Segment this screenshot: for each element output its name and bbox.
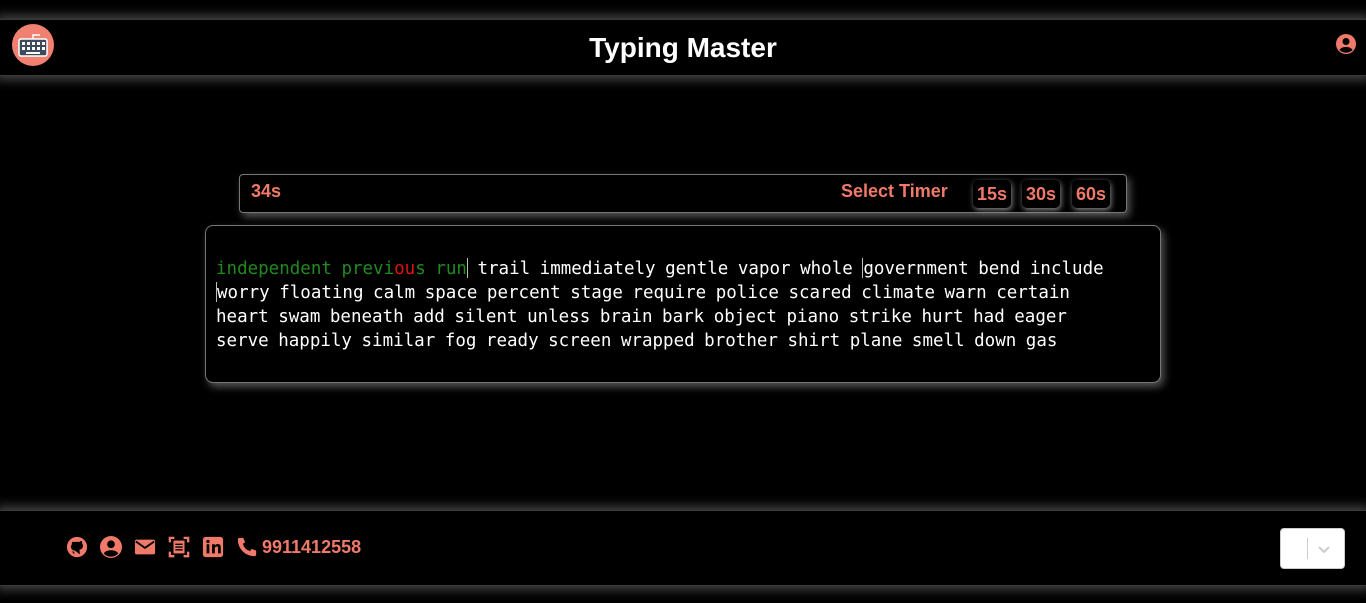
typed-word: independent xyxy=(216,259,332,279)
upcoming-words: government bend include xyxy=(863,259,1104,279)
upcoming-words: heart swam beneath add silent unless bra… xyxy=(216,307,1067,327)
mail-icon[interactable] xyxy=(134,536,156,558)
upcoming-words: worry floating calm space percent stage … xyxy=(217,283,1070,303)
upcoming-words: serve happily similar fog ready screen w… xyxy=(216,331,1058,351)
user-circle-icon[interactable] xyxy=(1336,34,1356,54)
github-icon[interactable] xyxy=(66,536,88,558)
word-stream: independent previous run trail immediate… xyxy=(216,257,1146,353)
typed-char: s xyxy=(415,259,426,279)
resume-icon[interactable] xyxy=(168,536,190,558)
page-title: Typing Master xyxy=(589,32,777,63)
phone-icon[interactable] xyxy=(236,536,258,558)
timer-30s-button[interactable]: 30s xyxy=(1022,180,1060,208)
user-circle-icon[interactable] xyxy=(100,536,122,558)
linkedin-icon[interactable] xyxy=(202,536,224,558)
typing-area[interactable]: independent previous run trail immediate… xyxy=(205,225,1161,383)
chevron-down-icon[interactable] xyxy=(1314,539,1334,559)
select-divider xyxy=(1307,538,1308,559)
typed-word: run xyxy=(435,259,467,279)
timer-15s-button[interactable]: 15s xyxy=(973,180,1011,208)
theme-select[interactable] xyxy=(1280,528,1345,569)
app-header: Typing Master xyxy=(0,19,1366,76)
typed-char: previ xyxy=(341,259,395,279)
timer-60s-button[interactable]: 60s xyxy=(1072,180,1110,208)
app-footer: 9911412558 xyxy=(0,510,1366,586)
upcoming-words: trail immediately gentle vapor whole xyxy=(477,259,853,279)
social-links: 9911412558 xyxy=(66,535,361,559)
typed-char-error: ou xyxy=(394,259,416,279)
countdown-timer: 34s xyxy=(251,181,282,201)
select-timer-label: Select Timer xyxy=(841,181,948,201)
timer-bar: 34s Select Timer 15s 30s 60s xyxy=(239,174,1127,213)
text-cursor xyxy=(466,258,468,278)
phone-number[interactable]: 9911412558 xyxy=(262,537,361,558)
